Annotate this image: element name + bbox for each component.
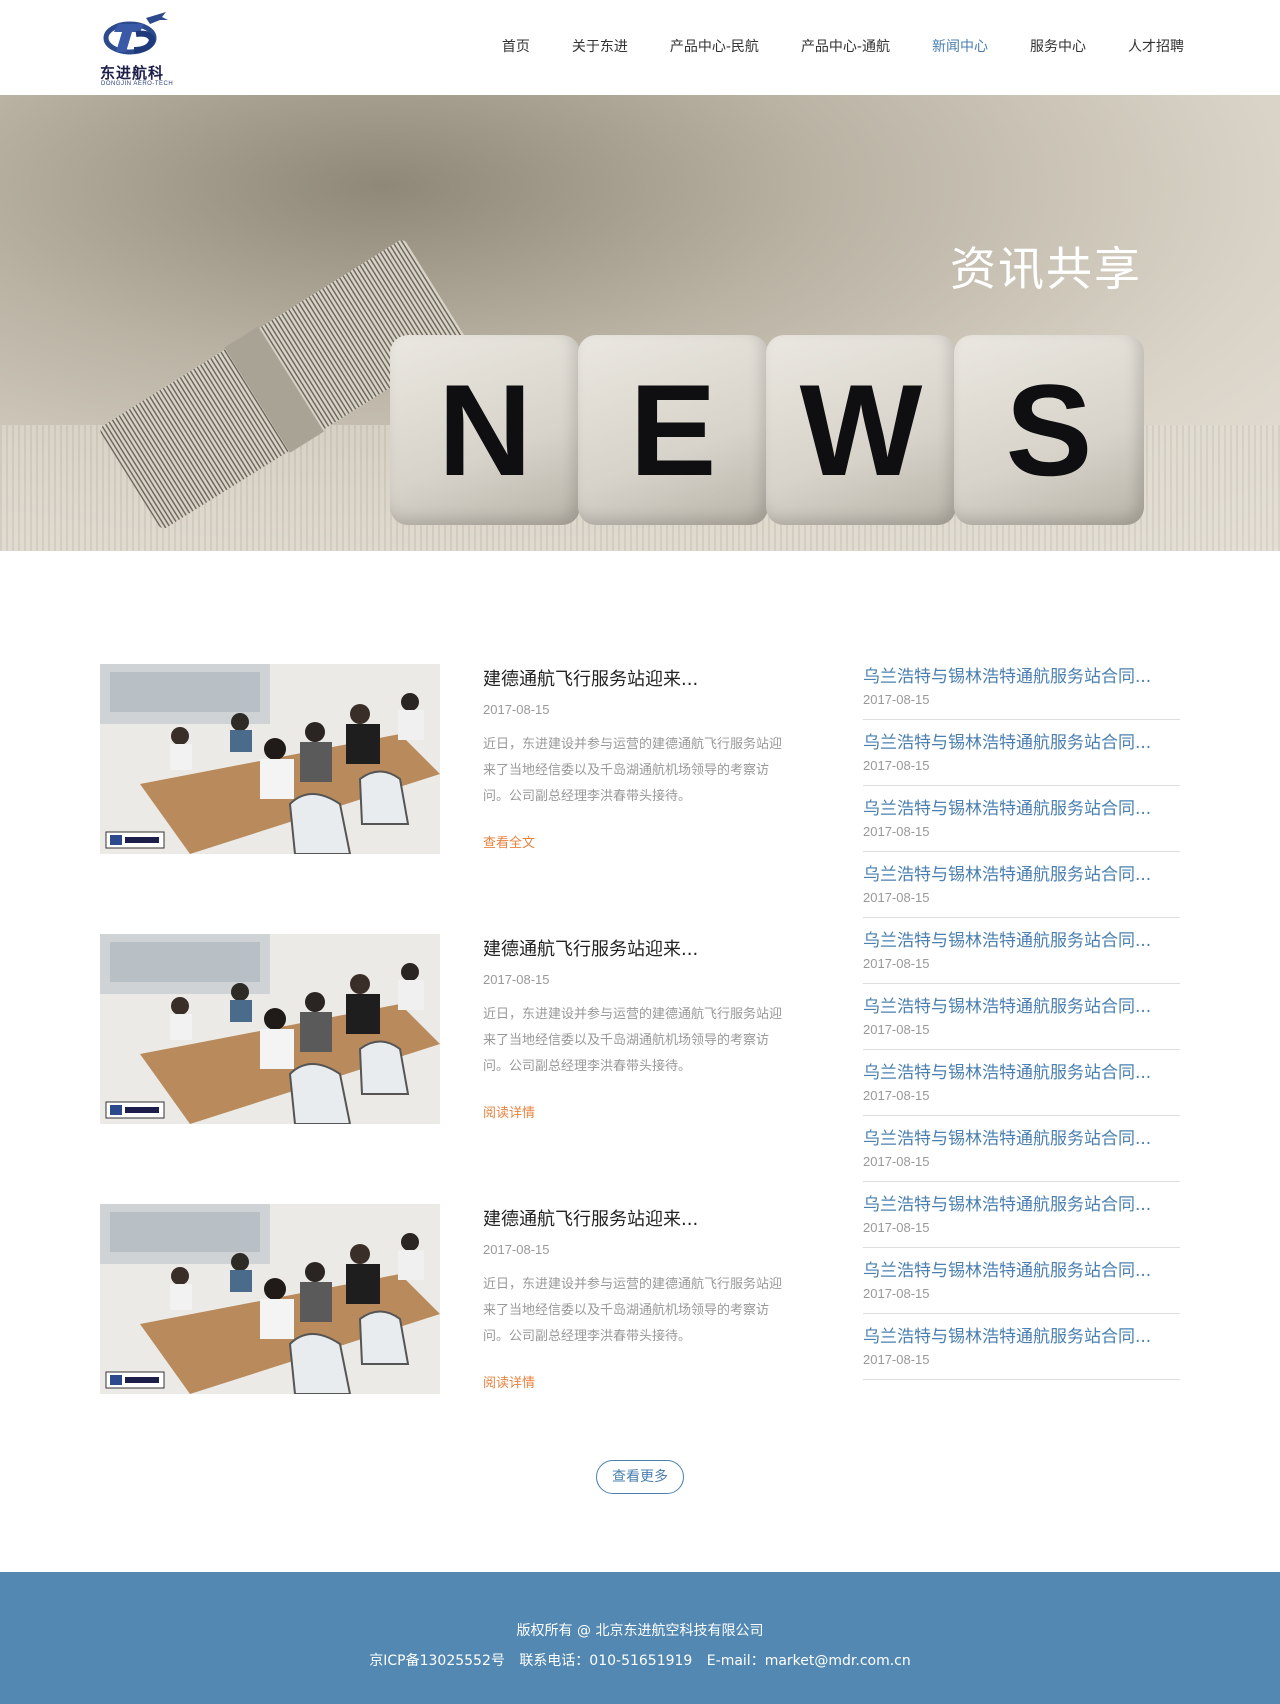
footer-copyright: 版权所有 @ 北京东进航空科技有限公司 (516, 1623, 764, 1639)
nav-news[interactable]: 新闻中心 (932, 36, 988, 56)
article-read-link[interactable]: 查看全文 (483, 832, 535, 851)
list-item: 乌兰浩特与锡林浩特通航服务站合同... 2017-08-15 (863, 1116, 1180, 1182)
die-letter: N (390, 335, 580, 525)
side-news-date: 2017-08-15 (863, 758, 930, 773)
logo-subtext: DONGJIN AERO-TECH (101, 81, 174, 87)
side-news-title[interactable]: 乌兰浩特与锡林浩特通航服务站合同... (863, 992, 1180, 1017)
nav-about[interactable]: 关于东进 (572, 36, 628, 56)
article-item: 建德通航飞行服务站迎来... 2017-08-15 近日，东进建设并参与运营的建… (100, 934, 800, 1204)
side-news-date: 2017-08-15 (863, 1220, 930, 1235)
article-read-link[interactable]: 阅读详情 (483, 1102, 535, 1121)
list-item: 乌兰浩特与锡林浩特通航服务站合同... 2017-08-15 (863, 1314, 1180, 1380)
company-logo[interactable]: 东进航科 DONGJIN AERO-TECH (100, 8, 180, 88)
list-item: 乌兰浩特与锡林浩特通航服务站合同... 2017-08-15 (863, 852, 1180, 918)
side-news-date: 2017-08-15 (863, 824, 930, 839)
article-date: 2017-08-15 (483, 702, 550, 717)
side-news-date: 2017-08-15 (863, 1154, 930, 1169)
list-item: 乌兰浩特与锡林浩特通航服务站合同... 2017-08-15 (863, 984, 1180, 1050)
side-news-date: 2017-08-15 (863, 1352, 930, 1367)
side-news-title[interactable]: 乌兰浩特与锡林浩特通航服务站合同... (863, 1058, 1180, 1083)
article-title[interactable]: 建德通航飞行服务站迎来... (483, 665, 698, 691)
side-news-title[interactable]: 乌兰浩特与锡林浩特通航服务站合同... (863, 1322, 1180, 1347)
article-date: 2017-08-15 (483, 972, 550, 987)
article-description: 近日，东进建设并参与运营的建德通航飞行服务站迎来了当地经信委以及千岛湖通航机场领… (483, 1277, 783, 1344)
meeting-photo-image (100, 1204, 440, 1394)
side-news-list: 乌兰浩特与锡林浩特通航服务站合同... 2017-08-15 乌兰浩特与锡林浩特通… (863, 654, 1180, 1380)
article-item: 建德通航飞行服务站迎来... 2017-08-15 近日，东进建设并参与运营的建… (100, 664, 800, 934)
site-header: 东进航科 DONGJIN AERO-TECH 首页 关于东进 产品中心-民航 产… (0, 0, 1280, 95)
article-thumbnail[interactable] (100, 934, 440, 1124)
side-news-date: 2017-08-15 (863, 1022, 930, 1037)
logo-text: 东进航科 (100, 64, 165, 82)
list-item: 乌兰浩特与锡林浩特通航服务站合同... 2017-08-15 (863, 720, 1180, 786)
news-banner: N E W S 资讯共享 (0, 95, 1280, 551)
article-title[interactable]: 建德通航飞行服务站迎来... (483, 1205, 698, 1231)
footer-icp[interactable]: 京ICP备13025552号 (369, 1653, 505, 1669)
side-news-date: 2017-08-15 (863, 956, 930, 971)
list-item: 乌兰浩特与锡林浩特通航服务站合同... 2017-08-15 (863, 654, 1180, 720)
side-news-title[interactable]: 乌兰浩特与锡林浩特通航服务站合同... (863, 794, 1180, 819)
article-thumbnail[interactable] (100, 1204, 440, 1394)
list-item: 乌兰浩特与锡林浩特通航服务站合同... 2017-08-15 (863, 786, 1180, 852)
footer-email[interactable]: E-mail：market@mdr.com.cn (707, 1653, 911, 1669)
article-read-link[interactable]: 阅读详情 (483, 1372, 535, 1391)
side-news-title[interactable]: 乌兰浩特与锡林浩特通航服务站合同... (863, 1190, 1180, 1215)
side-news-date: 2017-08-15 (863, 890, 930, 905)
footer-contact: 京ICP备13025552号 联系电话：010-51651919 E-mail：… (0, 1650, 1280, 1670)
article-title[interactable]: 建德通航飞行服务站迎来... (483, 935, 698, 961)
main-nav: 首页 关于东进 产品中心-民航 产品中心-通航 新闻中心 服务中心 人才招聘 (460, 36, 1184, 56)
side-news-date: 2017-08-15 (863, 692, 930, 707)
side-news-date: 2017-08-15 (863, 1286, 930, 1301)
die-letter: E (578, 335, 768, 525)
list-item: 乌兰浩特与锡林浩特通航服务站合同... 2017-08-15 (863, 1248, 1180, 1314)
side-news-title[interactable]: 乌兰浩特与锡林浩特通航服务站合同... (863, 728, 1180, 753)
nav-products-civil[interactable]: 产品中心-民航 (670, 36, 759, 56)
die-letter: S (954, 335, 1144, 525)
footer-phone: 联系电话：010-51651919 (519, 1653, 693, 1669)
die-letter: W (766, 335, 956, 525)
article-date: 2017-08-15 (483, 1242, 550, 1257)
meeting-photo-image (100, 664, 440, 854)
list-item: 乌兰浩特与锡林浩特通航服务站合同... 2017-08-15 (863, 918, 1180, 984)
article-list: 建德通航飞行服务站迎来... 2017-08-15 近日，东进建设并参与运营的建… (100, 664, 800, 1474)
side-news-date: 2017-08-15 (863, 1088, 930, 1103)
article-item: 建德通航飞行服务站迎来... 2017-08-15 近日，东进建设并参与运营的建… (100, 1204, 800, 1474)
list-item: 乌兰浩特与锡林浩特通航服务站合同... 2017-08-15 (863, 1182, 1180, 1248)
nav-service[interactable]: 服务中心 (1030, 36, 1086, 56)
site-footer: 版权所有 @ 北京东进航空科技有限公司 京ICP备13025552号 联系电话：… (0, 1572, 1280, 1704)
article-thumbnail[interactable] (100, 664, 440, 854)
side-news-title[interactable]: 乌兰浩特与锡林浩特通航服务站合同... (863, 662, 1180, 687)
nav-home[interactable]: 首页 (502, 36, 530, 56)
view-more-button[interactable]: 查看更多 (596, 1460, 684, 1494)
side-news-title[interactable]: 乌兰浩特与锡林浩特通航服务站合同... (863, 1124, 1180, 1149)
list-item: 乌兰浩特与锡林浩特通航服务站合同... 2017-08-15 (863, 1050, 1180, 1116)
plane-logo-icon (103, 12, 168, 55)
news-dice: N E W S (390, 335, 1144, 525)
banner-title: 资讯共享 (950, 242, 1142, 296)
article-description: 近日，东进建设并参与运营的建德通航飞行服务站迎来了当地经信委以及千岛湖通航机场领… (483, 1007, 783, 1074)
side-news-title[interactable]: 乌兰浩特与锡林浩特通航服务站合同... (863, 926, 1180, 951)
side-news-title[interactable]: 乌兰浩特与锡林浩特通航服务站合同... (863, 1256, 1180, 1281)
side-news-title[interactable]: 乌兰浩特与锡林浩特通航服务站合同... (863, 860, 1180, 885)
nav-careers[interactable]: 人才招聘 (1128, 36, 1184, 56)
article-description: 近日，东进建设并参与运营的建德通航飞行服务站迎来了当地经信委以及千岛湖通航机场领… (483, 737, 783, 804)
nav-products-general[interactable]: 产品中心-通航 (801, 36, 890, 56)
meeting-photo-image (100, 934, 440, 1124)
